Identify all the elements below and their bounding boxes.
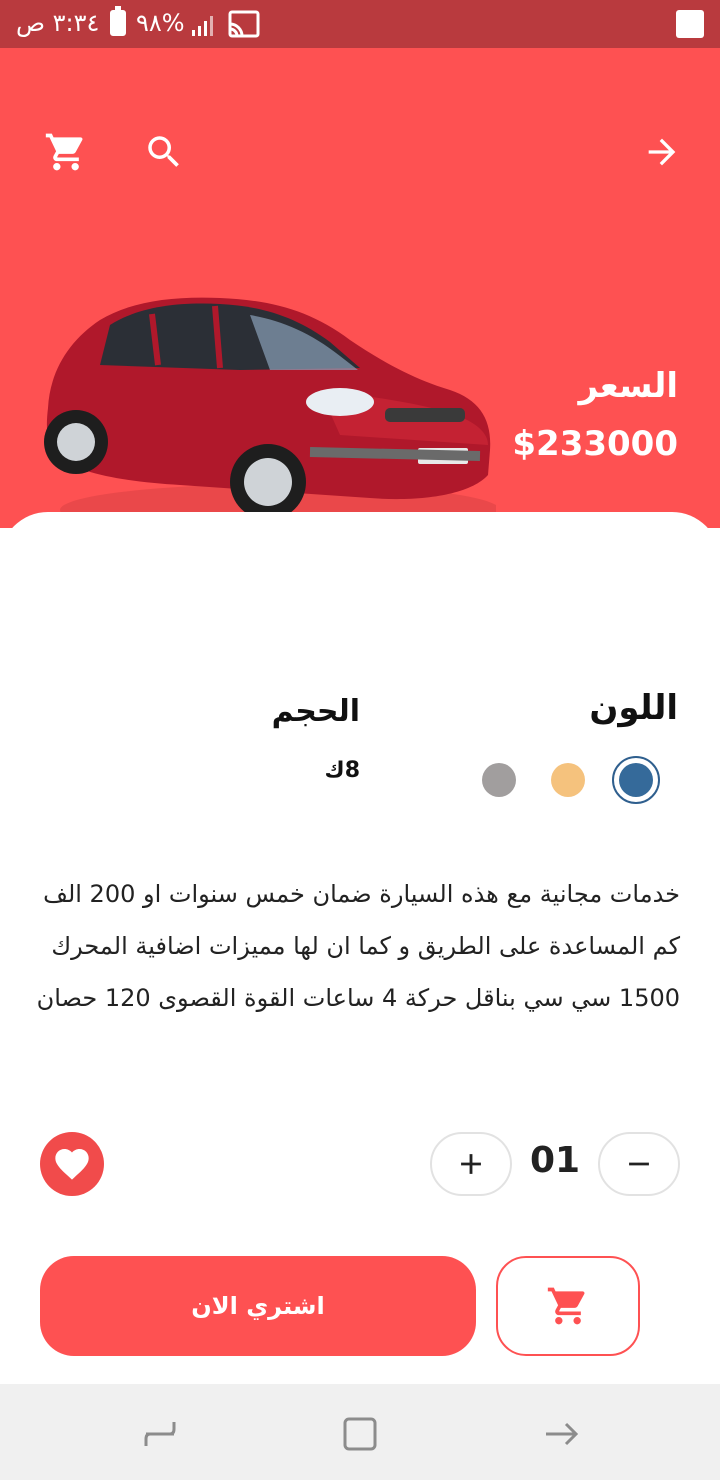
price-label: السعر (578, 366, 678, 406)
car-image (44, 297, 496, 536)
system-nav-bar (0, 1384, 720, 1480)
product-description: خدمات مجانية مع هذه السيارة ضمان خمس سنو… (36, 880, 680, 1012)
search-icon[interactable] (140, 128, 188, 176)
home-icon[interactable] (340, 1414, 380, 1454)
quantity-decrease-button[interactable] (598, 1132, 680, 1196)
color-swatch-gray[interactable] (482, 763, 516, 797)
status-time: ٣:٣٤ ص (16, 9, 100, 37)
hero-section: السعر $233000 (0, 48, 720, 536)
recent-apps-icon[interactable] (140, 1414, 180, 1454)
cart-icon[interactable] (42, 128, 90, 176)
color-swatch-yellow[interactable] (551, 763, 585, 797)
battery-icon (110, 6, 126, 36)
heart-icon (55, 1149, 89, 1180)
color-swatch-blue[interactable] (612, 756, 660, 804)
battery-percent: %٩٨ (136, 9, 185, 37)
cart-icon (547, 1287, 585, 1325)
signal-icon (192, 16, 213, 36)
buy-now-button[interactable]: اشتري الان (40, 1256, 476, 1356)
quantity-increase-button[interactable] (430, 1132, 512, 1196)
arrow-right-icon[interactable] (638, 128, 686, 176)
size-value: 8ك (324, 758, 360, 783)
add-to-cart-button[interactable] (496, 1256, 640, 1356)
status-bar: ٣:٣٤ ص %٩٨ (0, 0, 720, 48)
buy-now-label: اشتري الان (191, 1292, 325, 1320)
size-label: الحجم (271, 694, 360, 729)
quantity-value: 01 (529, 1140, 581, 1181)
plus-icon (461, 1154, 481, 1174)
favorite-button[interactable] (40, 1132, 104, 1196)
notification-square-icon (676, 10, 704, 38)
cast-icon (228, 10, 260, 38)
minus-icon (629, 1162, 649, 1166)
price-value: $233000 (512, 424, 678, 464)
color-label: اللون (589, 688, 678, 728)
back-icon[interactable] (542, 1414, 582, 1454)
